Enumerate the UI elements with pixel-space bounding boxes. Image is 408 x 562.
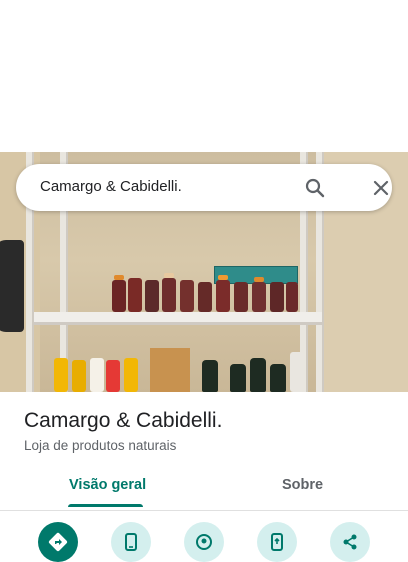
- send-to-phone-button[interactable]: [257, 522, 297, 562]
- nearby-button[interactable]: [184, 522, 224, 562]
- active-tab-indicator: [68, 504, 143, 507]
- tab-overview[interactable]: Visão geral: [69, 477, 146, 493]
- photo-dark-bottle: [230, 364, 246, 392]
- nearby-icon: [196, 534, 212, 550]
- photo-bottle-cap: [164, 273, 174, 278]
- photo-bottle: [128, 278, 142, 312]
- photo-bottle: [72, 360, 86, 392]
- share-icon: [343, 534, 357, 550]
- photo-spray-bottle: [290, 352, 304, 392]
- tab-about[interactable]: Sobre: [282, 477, 323, 493]
- blank-header-area: [0, 0, 408, 152]
- photo-bottle: [198, 282, 212, 312]
- photo-bottle-cap: [218, 275, 228, 280]
- photo-bottle: [252, 282, 266, 312]
- close-icon[interactable]: [369, 176, 393, 200]
- share-button[interactable]: [330, 522, 370, 562]
- photo-bottle: [112, 280, 126, 312]
- send-to-phone-icon: [271, 533, 283, 551]
- action-button-row: [0, 512, 408, 562]
- photo-bottle: [234, 282, 248, 312]
- search-query-text[interactable]: Camargo & Cabidelli.: [40, 178, 182, 195]
- photo-bottle-cap: [114, 275, 124, 280]
- photo-bottle: [216, 280, 230, 312]
- photo-bottle: [180, 280, 194, 312]
- photo-bottle: [124, 358, 138, 392]
- photo-bottle: [54, 358, 68, 392]
- photo-bottle: [145, 280, 159, 312]
- search-icon[interactable]: [303, 176, 327, 200]
- directions-icon: [48, 532, 68, 552]
- search-bar[interactable]: Camargo & Cabidelli.: [16, 164, 392, 211]
- photo-dark-bottle: [202, 360, 218, 392]
- photo-bottle: [270, 282, 284, 312]
- place-name: Camargo & Cabidelli.: [24, 409, 223, 432]
- photo-paper-bag: [150, 348, 190, 392]
- photo-backpack: [0, 240, 24, 332]
- phone-icon: [125, 533, 137, 551]
- place-category[interactable]: Loja de produtos naturais: [24, 438, 176, 453]
- photo-bottle-cap: [254, 277, 264, 282]
- photo-dark-bottle: [250, 358, 266, 392]
- photo-shelf: [34, 312, 322, 325]
- call-button[interactable]: [111, 522, 151, 562]
- photo-bottle: [162, 278, 176, 312]
- directions-button[interactable]: [38, 522, 78, 562]
- photo-bottle: [286, 282, 298, 312]
- photo-bottle: [106, 360, 120, 392]
- tab-bar: Visão geral Sobre: [0, 468, 408, 511]
- photo-bottle: [90, 358, 104, 392]
- photo-dark-bottle: [270, 364, 286, 392]
